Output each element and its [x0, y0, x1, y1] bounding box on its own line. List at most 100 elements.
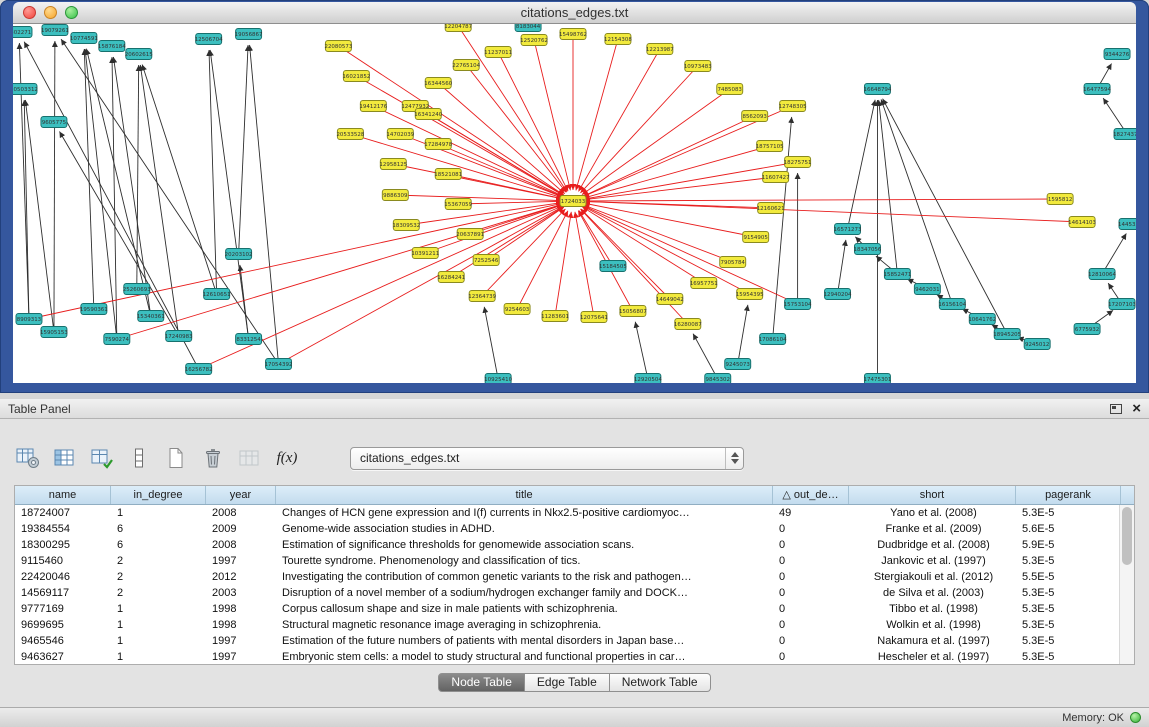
cell-out_de[interactable]: 0	[773, 633, 849, 649]
graph-node[interactable]: 16571273	[834, 224, 862, 235]
cell-in_degree[interactable]: 2	[111, 585, 206, 601]
graph-node[interactable]: 18274372	[1113, 129, 1136, 140]
column-header-name[interactable]: name	[15, 486, 111, 504]
cell-pagerank[interactable]: 5.3E-5	[1016, 649, 1121, 665]
graph-node[interactable]: 12364739	[468, 291, 496, 302]
tab-node-table[interactable]: Node Table	[438, 673, 525, 692]
cell-in_degree[interactable]: 1	[111, 649, 206, 665]
cell-short[interactable]: Stergiakouli et al. (2012)	[849, 569, 1016, 585]
graph-node[interactable]: 9845302	[705, 374, 731, 384]
cell-title[interactable]: Corpus callosum shape and size in male p…	[276, 601, 773, 617]
graph-node[interactable]: 7590274	[104, 334, 130, 345]
graph-node[interactable]: 17284978	[424, 139, 452, 150]
cell-short[interactable]: Tibbo et al. (1998)	[849, 601, 1016, 617]
tab-edge-table[interactable]: Edge Table	[525, 673, 610, 692]
graph-node[interactable]: 16284241	[437, 272, 465, 283]
cell-out_de[interactable]: 0	[773, 537, 849, 553]
graph-node[interactable]: 10641762	[968, 314, 996, 325]
graph-node[interactable]: 1595812	[1047, 194, 1073, 205]
close-window-button[interactable]	[23, 6, 36, 19]
cell-name[interactable]: 9699695	[15, 617, 111, 633]
cell-name[interactable]: 18724007	[15, 505, 111, 521]
cell-in_degree[interactable]: 2	[111, 569, 206, 585]
graph-node[interactable]: 19412176	[359, 101, 387, 112]
network-window-titlebar[interactable]: citations_edges.txt	[13, 2, 1136, 24]
graph-node[interactable]: 20533528	[336, 129, 364, 140]
column-header-title[interactable]: title	[276, 486, 773, 504]
cell-out_de[interactable]: 0	[773, 553, 849, 569]
cell-pagerank[interactable]: 5.3E-5	[1016, 617, 1121, 633]
float-panel-icon[interactable]	[1110, 404, 1122, 414]
graph-node[interactable]: 10391211	[411, 248, 439, 259]
graph-node[interactable]: 12520762	[520, 35, 548, 46]
cell-short[interactable]: Yano et al. (2008)	[849, 505, 1016, 521]
graph-node[interactable]: 14649042	[656, 294, 684, 305]
graph-node[interactable]: 12213987	[646, 44, 674, 55]
add-column-icon[interactable]	[88, 445, 116, 471]
graph-node[interactable]: 17054392	[265, 359, 293, 370]
cell-out_de[interactable]: 0	[773, 569, 849, 585]
column-header-in_degree[interactable]: in_degree	[111, 486, 206, 504]
cell-in_degree[interactable]: 6	[111, 521, 206, 537]
graph-node[interactable]: 12610651	[203, 289, 231, 300]
cell-year[interactable]: 1997	[206, 633, 276, 649]
cell-name[interactable]: 19384554	[15, 521, 111, 537]
graph-node[interactable]: 8909313	[16, 314, 42, 325]
graph-node[interactable]: 9462031	[914, 284, 940, 295]
graph-node[interactable]: 9245073	[725, 359, 751, 370]
graph-node[interactable]: 12154308	[604, 34, 632, 45]
graph-node[interactable]: 15905153	[40, 327, 68, 338]
graph-node[interactable]: 9886309	[382, 190, 408, 201]
graph-node[interactable]: 15367059	[444, 199, 472, 210]
graph-node[interactable]: 12810064	[1088, 269, 1116, 280]
cell-year[interactable]: 2012	[206, 569, 276, 585]
graph-node[interactable]: 14614103	[1068, 217, 1096, 228]
table-row[interactable]: 946362711997Embryonic stem cells: a mode…	[15, 649, 1134, 665]
graph-node[interactable]: 18945205	[993, 329, 1021, 340]
graph-node[interactable]: 15954395	[736, 289, 764, 300]
cell-short[interactable]: Jankovic et al. (1997)	[849, 553, 1016, 569]
graph-node[interactable]: 17475301	[864, 374, 892, 384]
graph-node[interactable]: 9605775	[41, 117, 67, 128]
graph-node[interactable]: 15852471	[883, 269, 911, 280]
graph-node[interactable]: 20637891	[456, 229, 484, 240]
network-view[interactable]: 1724033154987621215430812213987109734837…	[13, 24, 1136, 383]
graph-node[interactable]: 12506704	[195, 34, 223, 45]
graph-node[interactable]: 10925410	[484, 374, 512, 384]
table-row[interactable]: 977716911998Corpus callosum shape and si…	[15, 601, 1134, 617]
cell-short[interactable]: Nakamura et al. (1997)	[849, 633, 1016, 649]
graph-node[interactable]: 15876184	[98, 41, 126, 52]
table-row[interactable]: 2242004622012Investigating the contribut…	[15, 569, 1134, 585]
graph-node[interactable]: 15340361	[137, 311, 165, 322]
cell-short[interactable]: Hescheler et al. (1997)	[849, 649, 1016, 665]
table-row[interactable]: 911546021997Tourette syndrome. Phenomeno…	[15, 553, 1134, 569]
cell-year[interactable]: 1998	[206, 601, 276, 617]
cell-year[interactable]: 1998	[206, 617, 276, 633]
graph-node[interactable]: 20203102	[225, 249, 253, 260]
graph-node[interactable]: 18347056	[854, 244, 882, 255]
graph-node[interactable]: 12075641	[580, 312, 608, 323]
graph-node[interactable]: 8562093	[742, 111, 768, 122]
graph-node[interactable]: 16341240	[414, 109, 442, 120]
minimize-window-button[interactable]	[44, 6, 57, 19]
graph-node[interactable]: 12920504	[634, 374, 662, 384]
table-row[interactable]: 1938455462009Genome-wide association stu…	[15, 521, 1134, 537]
graph-node[interactable]: 16648794	[864, 84, 892, 95]
cell-out_de[interactable]: 0	[773, 601, 849, 617]
graph-node[interactable]: 10774591	[70, 33, 98, 44]
cell-in_degree[interactable]: 2	[111, 553, 206, 569]
table-mode-icon[interactable]	[14, 445, 42, 471]
graph-node[interactable]: 11607427	[762, 172, 790, 183]
cell-name[interactable]: 9463627	[15, 649, 111, 665]
cell-short[interactable]: Wolkin et al. (1998)	[849, 617, 1016, 633]
graph-node[interactable]: 7905784	[720, 257, 746, 268]
cell-short[interactable]: Dudbridge et al. (2008)	[849, 537, 1016, 553]
cell-name[interactable]: 14569117	[15, 585, 111, 601]
graph-node[interactable]: 8183044	[515, 24, 541, 32]
column-header-pagerank[interactable]: pagerank	[1016, 486, 1121, 504]
graph-node[interactable]: 12748305	[779, 101, 807, 112]
delete-table-icon[interactable]	[199, 445, 227, 471]
cell-short[interactable]: de Silva et al. (2003)	[849, 585, 1016, 601]
cell-in_degree[interactable]: 6	[111, 537, 206, 553]
cell-out_de[interactable]: 0	[773, 585, 849, 601]
